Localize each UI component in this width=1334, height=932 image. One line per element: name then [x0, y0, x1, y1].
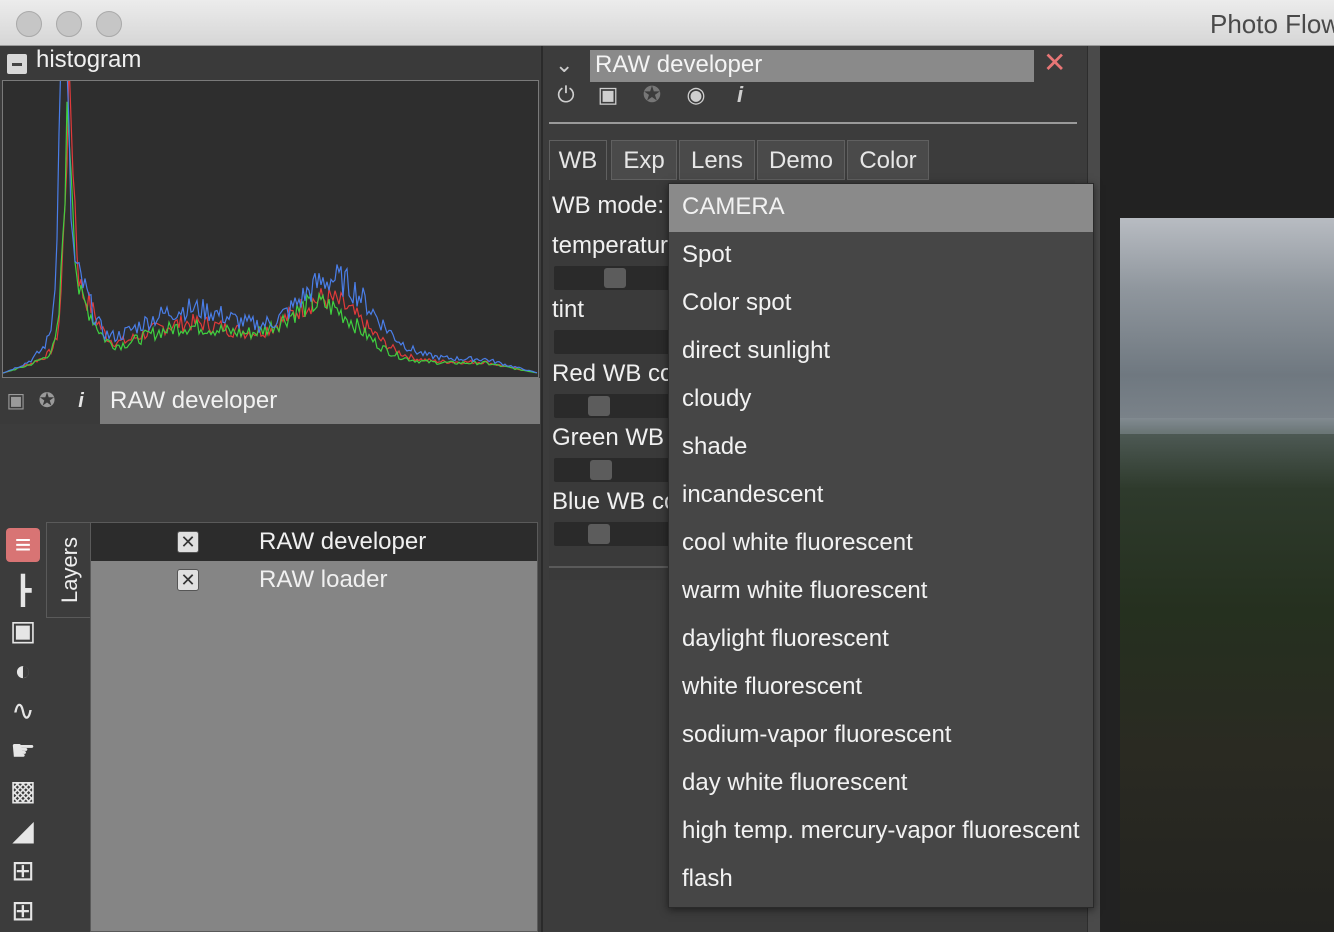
wb-mode-dropdown-menu: CAMERA Spot Color spot direct sunlight cloud…	[668, 183, 1094, 908]
menu-item[interactable]: sodium-vapor fluorescent	[669, 712, 1093, 760]
layers-tab[interactable]: Layers	[46, 522, 90, 618]
menu-item[interactable]: flash	[669, 856, 1093, 904]
menu-item[interactable]: day white fluorescent	[669, 760, 1093, 808]
green-wb-slider[interactable]	[554, 458, 674, 482]
tab-color[interactable]: Color	[847, 140, 929, 180]
histogram-header: histogram	[0, 46, 540, 80]
pin-icon[interactable]: ✪	[36, 390, 58, 412]
crop-icon[interactable]: ⊞	[6, 854, 40, 888]
layer-name-text: RAW developer	[110, 387, 278, 414]
horizon	[1120, 418, 1334, 434]
menu-item[interactable]: CAMERA	[669, 184, 1093, 232]
separator	[549, 122, 1077, 124]
pin-icon[interactable]: ✪	[639, 82, 665, 108]
contrast-icon[interactable]: ◐	[6, 654, 40, 688]
menu-item[interactable]: incandescent	[669, 472, 1093, 520]
slider-knob[interactable]	[604, 268, 626, 288]
close-icon[interactable]: ✕	[1043, 46, 1066, 79]
blue-wb-slider[interactable]	[554, 522, 674, 546]
slider-knob[interactable]	[588, 524, 610, 544]
menu-item[interactable]: shade	[669, 424, 1093, 472]
temperature-slider[interactable]	[554, 266, 674, 290]
temperature-label: temperature	[552, 232, 682, 259]
blue-wb-label: Blue WB co	[552, 488, 678, 515]
panel-title-field[interactable]: RAW developer	[590, 50, 1034, 82]
slider-knob[interactable]	[588, 396, 610, 416]
green-wb-label: Green WB	[552, 424, 665, 451]
histogram-curve	[3, 81, 538, 374]
close-window-button[interactable]	[16, 11, 42, 37]
menu-item[interactable]: white fluorescent	[669, 664, 1093, 712]
histogram-curve	[3, 81, 538, 374]
zoom-window-button[interactable]	[96, 11, 122, 37]
window-title: Photo Flow	[1210, 9, 1334, 39]
tab-demo[interactable]: Demo	[757, 140, 845, 180]
layer-name-field[interactable]: RAW developer	[100, 378, 540, 424]
tab-wb[interactable]: WB	[549, 140, 607, 180]
layers-tab-label: Layers	[57, 536, 82, 604]
tint-slider[interactable]	[554, 330, 674, 354]
red-wb-slider[interactable]	[554, 394, 674, 418]
histogram-plot	[2, 80, 539, 378]
minimize-window-button[interactable]	[56, 11, 82, 37]
panel-title: RAW developer	[595, 51, 763, 78]
gradient-icon[interactable]: ▩	[6, 774, 40, 808]
red-wb-label: Red WB co	[552, 360, 674, 387]
opacity-icon[interactable]: ◉	[683, 82, 709, 108]
info-icon[interactable]: i	[70, 390, 92, 412]
layer-visibility-checkbox[interactable]: ✕	[177, 531, 199, 553]
camera-icon[interactable]: ▣	[5, 390, 27, 412]
tab-lens[interactable]: Lens	[679, 140, 755, 180]
menu-item[interactable]: cool white fluorescent	[669, 520, 1093, 568]
image-edit-icon[interactable]: ▣	[6, 614, 40, 648]
menu-item[interactable]: daylight fluorescent	[669, 616, 1093, 664]
tab-exp[interactable]: Exp	[611, 140, 677, 180]
paint-bucket-icon[interactable]: ☛	[6, 734, 40, 768]
power-icon[interactable]: ⏻	[553, 82, 579, 108]
layer-visibility-checkbox[interactable]: ✕	[177, 569, 199, 591]
histogram-graph	[3, 81, 538, 374]
info-icon[interactable]: i	[727, 82, 753, 108]
layers-list: ✕ RAW developer ✕ RAW loader	[90, 522, 538, 932]
menu-item[interactable]: Color spot	[669, 280, 1093, 328]
diagonal-icon[interactable]: ◢	[6, 814, 40, 848]
image-canvas[interactable]	[1100, 46, 1334, 932]
tools-sidebar: ≡ ┣ ▣ ◐ ∿ ☛ ▩ ◢ ⊞ ⊞	[0, 522, 46, 932]
menu-item[interactable]: high temp. mercury-vapor fluorescent	[669, 808, 1093, 856]
perspective-icon[interactable]: ⊞	[6, 894, 40, 928]
tree-icon[interactable]: ┣	[6, 574, 40, 608]
layer-label: RAW developer	[259, 528, 427, 555]
histogram-title: histogram	[36, 46, 142, 73]
layers-stack-icon[interactable]: ≡	[6, 528, 40, 562]
window-titlebar: Photo Flow	[0, 0, 1334, 46]
curves-icon[interactable]: ∿	[6, 694, 40, 728]
collapse-icon[interactable]	[7, 54, 27, 74]
photo-preview	[1120, 218, 1334, 932]
tint-label: tint	[552, 296, 585, 323]
menu-item[interactable]: direct sunlight	[669, 328, 1093, 376]
layer-label: RAW loader	[259, 566, 388, 593]
wb-mode-label: WB mode:	[552, 192, 665, 219]
menu-item[interactable]: cloudy	[669, 376, 1093, 424]
layer-row[interactable]: ✕ RAW developer	[91, 523, 537, 561]
slider-knob[interactable]	[590, 460, 612, 480]
chevron-down-icon[interactable]: ⌄	[555, 52, 573, 78]
camera-icon[interactable]: ▣	[595, 82, 621, 108]
layer-toolbar: ▣ ✪ i RAW developer	[0, 378, 540, 424]
menu-item[interactable]: warm white fluorescent	[669, 568, 1093, 616]
layer-row[interactable]: ✕ RAW loader	[91, 561, 537, 599]
menu-item[interactable]: Spot	[669, 232, 1093, 280]
